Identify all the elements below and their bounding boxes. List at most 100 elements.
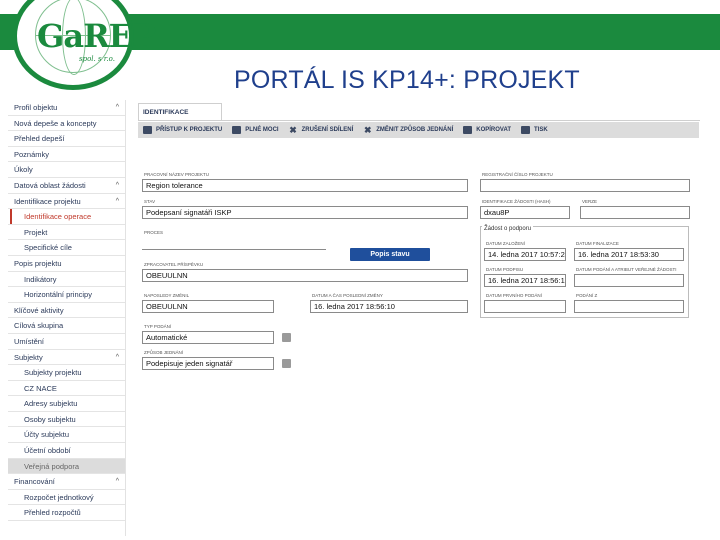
print-icon: [521, 126, 531, 134]
sidebar-item[interactable]: CZ NACE: [8, 381, 125, 397]
sidebar-item-label: Subjekty projektu: [24, 368, 82, 378]
tab-divider: [138, 120, 700, 121]
sidebar-item[interactable]: Klíčové aktivity: [8, 303, 125, 319]
chevron-up-icon[interactable]: ^: [116, 178, 119, 193]
datum-podpisu-field[interactable]: 16. ledna 2017 18:56:10: [484, 274, 566, 287]
datum-zmeny-field[interactable]: 16. ledna 2017 18:56:10: [310, 300, 468, 313]
sidebar-item[interactable]: Umístění: [8, 334, 125, 350]
label-proces: PROCES: [144, 230, 164, 235]
datum-zalozeni-field[interactable]: 14. ledna 2017 10:57:24: [484, 248, 566, 261]
list-icon[interactable]: [282, 333, 291, 342]
sidebar-item-label: Horizontální principy: [24, 290, 92, 300]
chevron-up-icon[interactable]: ^: [116, 194, 119, 209]
label-datum-podpisu: DATUM PODPISU: [486, 267, 524, 272]
label-datum-zalozeni: DATUM ZALOŽENÍ: [486, 241, 525, 246]
toolbar-button-label: TISK: [534, 127, 548, 133]
sidebar-item[interactable]: Účetní období: [8, 443, 125, 459]
podani-z-field[interactable]: [574, 300, 684, 313]
label-naposledy-zmenil: NAPOSLEDY ZMĚNIL: [144, 293, 190, 298]
toolbar-button[interactable]: PŘÍSTUP K PROJEKTU: [138, 122, 227, 138]
label-podani-z: PODÁNÍ Z: [576, 293, 598, 298]
toolbar-button[interactable]: ✖ ZMĚNIT ZPŮSOB JEDNÁNÍ: [358, 122, 458, 138]
sidebar-item[interactable]: Profil objektu ^: [8, 100, 125, 116]
sidebar-item-label: Umístění: [14, 336, 45, 346]
label-datum-zmeny: DATUM A ČAS POSLEDNÍ ZMĚNY: [312, 293, 383, 298]
sidebar-item[interactable]: Cílová skupina: [8, 318, 125, 334]
sidebar-item[interactable]: Subjekty projektu: [8, 365, 125, 381]
datum-finalizace-field[interactable]: 16. ledna 2017 18:53:30: [574, 248, 684, 261]
sidebar-item[interactable]: Nová depeše a koncepty: [8, 116, 125, 132]
sidebar-item[interactable]: Popis projektu: [8, 256, 125, 272]
registracni-cislo-field[interactable]: [480, 179, 690, 192]
proces-field[interactable]: [142, 237, 326, 250]
chevron-up-icon[interactable]: ^: [116, 350, 119, 365]
verze-field[interactable]: [580, 206, 690, 219]
toolbar-button[interactable]: PLNÉ MOCI: [227, 122, 283, 138]
label-zpusob-jednani: ZPŮSOB JEDNÁNÍ: [144, 350, 184, 355]
label-hash: IDENTIFIKACE ŽÁDOSTI (HASH): [482, 199, 551, 204]
sidebar-item[interactable]: Identifikace projektu ^: [8, 194, 125, 210]
toolbar-button-label: ZMĚNIT ZPŮSOB JEDNÁNÍ: [376, 127, 454, 133]
sidebar-item-label: Klíčové aktivity: [14, 305, 64, 315]
toolbar-button-label: ZRUŠENÍ SDÍLENÍ: [301, 127, 354, 133]
chevron-up-icon[interactable]: ^: [116, 474, 119, 489]
sidebar-item-label: Datová oblast žádosti: [14, 180, 86, 190]
toolbar-button[interactable]: ✖ ZRUŠENÍ SDÍLENÍ: [284, 122, 359, 138]
sidebar-item[interactable]: Účty subjektu: [8, 427, 125, 444]
sidebar-item[interactable]: Osoby subjektu: [8, 412, 125, 428]
sidebar-item[interactable]: Rozpočet jednotkový: [8, 490, 125, 506]
active-marker: [10, 209, 12, 224]
sidebar-item[interactable]: Horizontální principy: [8, 287, 125, 303]
toolbar-button-label: PŘÍSTUP K PROJEKTU: [156, 127, 223, 133]
zpracovatel-field[interactable]: OBEUULNN: [142, 269, 468, 282]
sidebar-item-label: Poznámky: [14, 149, 50, 159]
chevron-up-icon[interactable]: ^: [116, 100, 119, 115]
stav-field[interactable]: Podepsaní signatáři ISKP: [142, 206, 468, 219]
label-datum-finalizace: DATUM FINALIZACE: [576, 241, 619, 246]
slide: GaREP spol. s r.o. PORTÁL IS KP14+: PROJ…: [0, 0, 720, 540]
sidebar-item[interactable]: Úkoly: [8, 162, 125, 178]
sidebar-item[interactable]: Přehled depeší: [8, 131, 125, 147]
list-icon[interactable]: [282, 359, 291, 368]
sidebar-item-label: Účty subjektu: [24, 430, 70, 440]
sidebar-item-label: Financování: [14, 477, 55, 487]
sidebar-item-label: Indikátory: [24, 274, 57, 284]
sidebar-item[interactable]: Datová oblast žádosti ^: [8, 178, 125, 194]
typ-podani-field[interactable]: Automatické: [142, 331, 274, 344]
popis-stavu-button[interactable]: Popis stavu: [350, 248, 430, 261]
label-stav: STAV: [144, 199, 156, 204]
sidebar-item[interactable]: Indikátory: [8, 272, 125, 288]
sidebar-item[interactable]: Přehled rozpočtů: [8, 505, 125, 522]
sidebar-item[interactable]: Projekt: [8, 225, 125, 241]
label-zpracovatel: ZPRACOVATEL PŘÍSPĚVKU: [144, 262, 204, 267]
zpusob-jednani-field[interactable]: Podepisuje jeden signatář: [142, 357, 274, 370]
prvni-podani-field[interactable]: [484, 300, 566, 313]
sidebar-item[interactable]: Poznámky: [8, 147, 125, 163]
sidebar-item-label: Nová depeše a koncepty: [14, 118, 97, 128]
hash-field[interactable]: dxau8P: [480, 206, 570, 219]
sidebar-item[interactable]: Subjekty ^: [8, 350, 125, 366]
logo-text: GaREP: [37, 17, 156, 55]
sidebar-item[interactable]: Identifikace operace: [8, 209, 125, 225]
sidebar-item[interactable]: Financování ^: [8, 474, 125, 490]
sidebar-item[interactable]: Specifické cíle: [8, 240, 125, 256]
sidebar-item[interactable]: Veřejná podpora: [8, 458, 125, 475]
naposledy-zmenil-field[interactable]: OBEUULNN: [142, 300, 274, 313]
sidebar: Profil objektu ^ Nová depeše a koncepty Pře…: [8, 100, 126, 536]
datum-podani-field[interactable]: [574, 274, 684, 287]
toolbar-button[interactable]: KOPÍROVAT: [458, 122, 516, 138]
portal-screenshot: Profil objektu ^ Nová depeše a koncepty Pře…: [8, 100, 708, 536]
close-icon: ✖: [363, 125, 372, 135]
toolbar-button[interactable]: TISK: [516, 122, 553, 138]
sidebar-item-label: Přehled rozpočtů: [24, 508, 81, 518]
sidebar-item-label: Rozpočet jednotkový: [24, 492, 94, 502]
label-typ-podani: TYP PODÁNÍ: [144, 324, 172, 329]
sidebar-item-label: Osoby subjektu: [24, 414, 76, 424]
sidebar-item-label: CZ NACE: [24, 383, 57, 393]
label-prvni-podani: DATUM PRVNÍHO PODÁNÍ: [486, 293, 542, 298]
tab-identifikace-operace[interactable]: IDENTIFIKACE OPERACE: [138, 103, 222, 133]
close-icon: ✖: [289, 125, 297, 135]
pracovni-nazev-field[interactable]: Region tolerance: [142, 179, 468, 192]
sidebar-item[interactable]: Adresy subjektu: [8, 396, 125, 412]
sidebar-item-label: Účetní období: [24, 446, 71, 456]
